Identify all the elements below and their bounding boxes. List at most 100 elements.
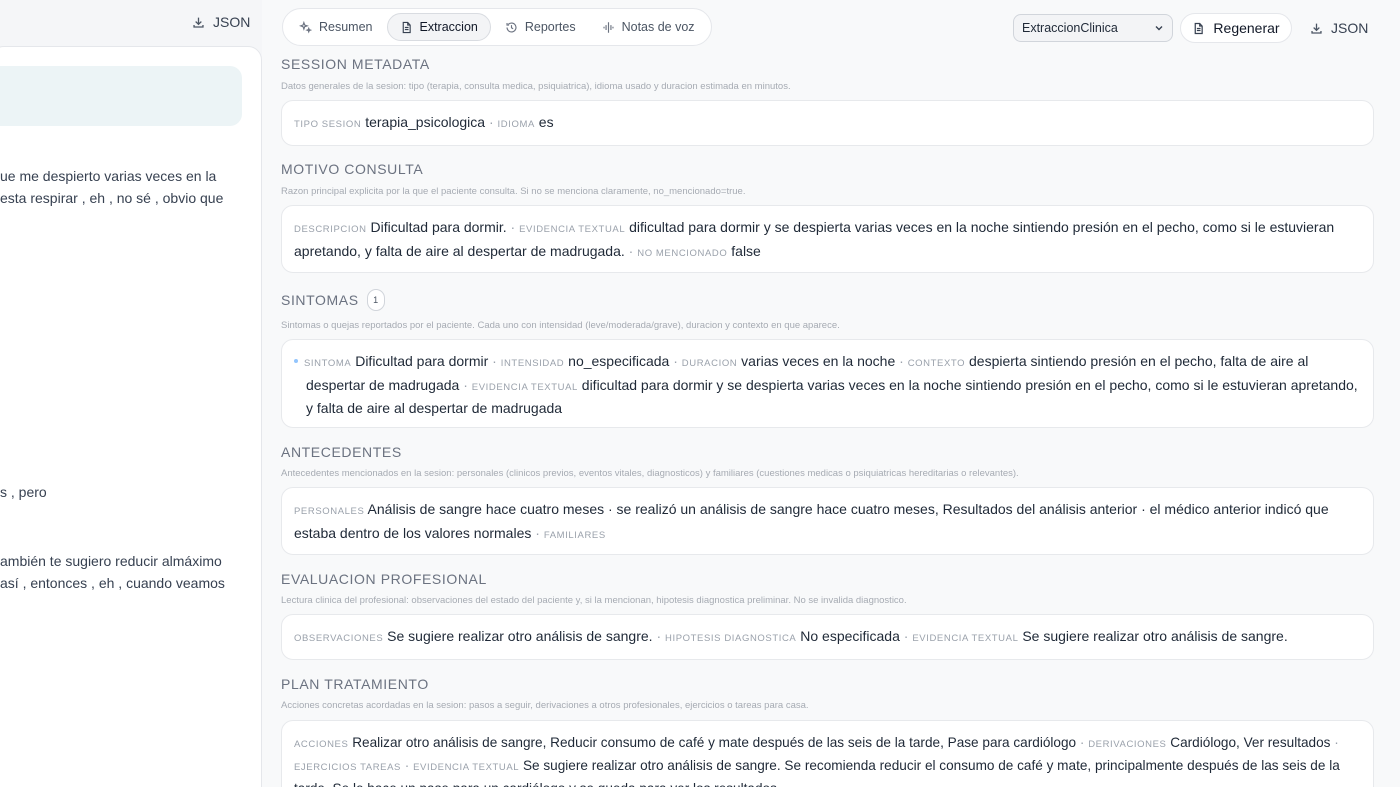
- transcript-line: así , entonces , eh , cuando veamos: [0, 575, 225, 591]
- section-title-motivo-consulta: MOTIVO CONSULTA: [281, 161, 424, 177]
- transcript-line: ue me despierto varias veces en la: [0, 168, 217, 184]
- separator: ·: [628, 242, 634, 259]
- plan-tratamiento-card: acciones Realizar otro análisis de sangr…: [281, 720, 1374, 787]
- field-value: Se sugiere realizar otro análisis de san…: [1022, 628, 1288, 644]
- field-value: Se sugiere realizar otro análisis de san…: [387, 628, 653, 644]
- separator: ·: [1079, 735, 1085, 750]
- section-title-session-metadata: SESSION METADATA: [281, 56, 430, 72]
- field-label: acciones: [294, 739, 349, 750]
- regenerate-label: Regenerar: [1213, 20, 1280, 36]
- evaluacion-profesional-card: observaciones Se sugiere realizar otro a…: [281, 614, 1374, 660]
- separator: ·: [492, 353, 497, 369]
- field-label: hipotesis diagnostica: [665, 633, 797, 644]
- section-description: Datos generales de la sesion: tipo (tera…: [281, 81, 791, 92]
- download-icon: [1310, 22, 1323, 35]
- sparkles-icon: [299, 20, 312, 34]
- section-title-antecedentes: ANTECEDENTES: [281, 444, 402, 460]
- transcript-panel: JSON ue me despierto varias veces en la …: [0, 0, 262, 787]
- field-label: evidencia textual: [519, 224, 626, 235]
- separator: ·: [488, 114, 494, 130]
- separator: ·: [903, 628, 909, 644]
- field-label: evidencia textual: [912, 633, 1019, 644]
- field-label: evidencia textual: [413, 762, 520, 773]
- field-value: Cardiólogo, Ver resultados: [1170, 735, 1331, 750]
- field-value: Dificultad para dormir.: [370, 219, 507, 235]
- field-value: Realizar otro análisis de sangre, Reduci…: [352, 735, 1077, 750]
- field-label: contexto: [907, 358, 966, 369]
- field-value: Análisis de sangre hace cuatro meses · s…: [294, 501, 1329, 541]
- field-value: varias veces en la noche: [741, 353, 896, 369]
- chevron-down-icon: [1154, 23, 1164, 33]
- field-label: duracion: [681, 358, 738, 369]
- field-label: descripcion: [294, 224, 367, 235]
- transcript-line: esta respirar , eh , no sé , obvio que: [0, 190, 224, 206]
- json-download-label: JSON: [1331, 20, 1369, 36]
- sintomas-card: sintoma Dificultad para dormir · intensi…: [281, 339, 1374, 428]
- tab-resumen[interactable]: Resumen: [287, 13, 385, 41]
- section-title-plan-tratamiento: PLAN TRATAMIENTO: [281, 676, 429, 692]
- section-description: Lectura clinica del profesional: observa…: [281, 595, 907, 606]
- field-value: Dificultad para dormir: [355, 353, 489, 369]
- transcript-highlight: [0, 66, 242, 126]
- download-icon: [192, 16, 205, 29]
- field-label: derivaciones: [1088, 739, 1167, 750]
- transcript-line: s , pero: [0, 484, 47, 500]
- regenerate-button[interactable]: Regenerar: [1180, 13, 1292, 43]
- section-description: Acciones concretas acordadas en la sesio…: [281, 700, 809, 711]
- tab-label: Notas de voz: [621, 20, 695, 34]
- field-label: ejercicios tareas: [294, 762, 401, 773]
- section-description: Sintomas o quejas reportados por el paci…: [281, 320, 840, 331]
- separator: ·: [656, 628, 662, 644]
- section-title-evaluacion-profesional: EVALUACION PROFESIONAL: [281, 571, 487, 587]
- extraction-main: Resumen Extraccion Reportes Notas de voz…: [262, 0, 1400, 787]
- field-value: no_especificada: [568, 353, 670, 369]
- tab-label: Resumen: [319, 20, 373, 34]
- field-value: false: [731, 242, 761, 259]
- tab-reportes[interactable]: Reportes: [493, 13, 588, 41]
- left-json-label: JSON: [213, 14, 251, 30]
- antecedentes-card: personales Análisis de sangre hace cuatr…: [281, 487, 1374, 555]
- section-description: Razon principal explicita por la que el …: [281, 186, 746, 197]
- separator: ·: [899, 353, 904, 369]
- template-select[interactable]: ExtraccionClinica: [1013, 14, 1173, 42]
- count-badge: 1: [366, 289, 385, 311]
- field-label: personales: [294, 506, 365, 517]
- field-label: no mencionado: [637, 247, 728, 259]
- field-value: No especificada: [800, 628, 900, 644]
- template-select-value: ExtraccionClinica: [1022, 21, 1118, 35]
- separator: ·: [535, 524, 540, 541]
- separator: ·: [404, 758, 410, 773]
- tab-extraccion[interactable]: Extraccion: [386, 13, 491, 41]
- field-label: idioma: [497, 119, 535, 130]
- view-tabs: Resumen Extraccion Reportes Notas de voz: [282, 8, 712, 46]
- field-label: sintoma: [304, 358, 352, 369]
- separator: ·: [463, 376, 468, 393]
- session-metadata-card: tipo sesion terapia_psicologica · idioma…: [281, 100, 1374, 146]
- left-json-button[interactable]: JSON: [192, 14, 250, 30]
- document-icon: [400, 21, 413, 34]
- voice-icon: [602, 21, 615, 34]
- json-download-button[interactable]: JSON: [1310, 13, 1368, 43]
- field-label: intensidad: [500, 358, 565, 369]
- field-value: es: [538, 114, 554, 130]
- list-bullet: [294, 358, 298, 363]
- field-label: familiares: [543, 529, 606, 541]
- tab-label: Reportes: [524, 20, 576, 34]
- section-description: Antecedentes mencionados en la sesion: p…: [281, 468, 1019, 479]
- transcript-card: [0, 46, 262, 787]
- transcript-line: ambién te sugiero reducir almáximo: [0, 553, 222, 569]
- tab-notas-de-voz[interactable]: Notas de voz: [590, 13, 707, 41]
- separator: ·: [1334, 735, 1339, 750]
- separator: ·: [510, 219, 516, 235]
- document-icon: [1192, 22, 1205, 35]
- section-title-sintomas: SINTOMAS 1: [281, 289, 385, 311]
- separator: ·: [673, 353, 678, 369]
- tab-label: Extraccion: [419, 20, 478, 34]
- motivo-consulta-card: descripcion Dificultad para dormir. · ev…: [281, 205, 1374, 273]
- field-label: evidencia textual: [471, 381, 578, 393]
- field-value: terapia_psicologica: [365, 114, 486, 130]
- history-icon: [505, 21, 518, 34]
- field-label: observaciones: [294, 633, 384, 644]
- field-label: tipo sesion: [294, 119, 362, 130]
- section-title-text: SINTOMAS: [281, 292, 359, 308]
